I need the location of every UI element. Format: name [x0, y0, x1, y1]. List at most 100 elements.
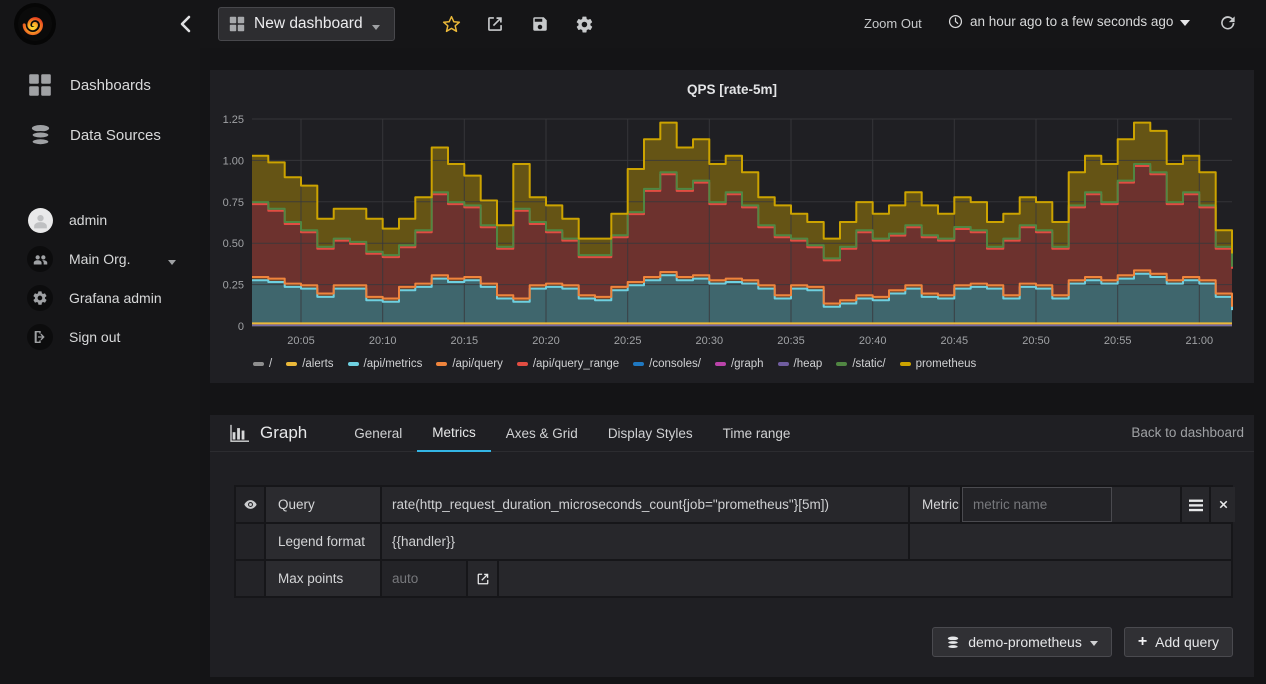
legend-swatch	[778, 362, 789, 367]
gear-icon	[27, 285, 53, 311]
apps-grid-icon	[229, 16, 245, 32]
sidebar: Dashboards Data Sources admin Main Org. …	[0, 48, 200, 684]
sign-out-icon	[27, 324, 53, 350]
editor-tabs: General Metrics Axes & Grid Display Styl…	[339, 415, 805, 452]
max-points-link-button[interactable]	[468, 561, 499, 596]
sidebar-item-main-org[interactable]: Main Org.	[0, 239, 200, 279]
legend-swatch	[633, 362, 644, 367]
legend-item[interactable]: /alerts	[286, 358, 333, 370]
back-to-dashboard-link[interactable]: Back to dashboard	[1131, 425, 1244, 440]
collapse-sidebar-chevron-icon[interactable]	[174, 11, 198, 37]
max-points-row: Max points	[236, 561, 1231, 598]
save-dashboard-button[interactable]	[529, 13, 551, 35]
tab-metrics[interactable]: Metrics	[417, 415, 491, 452]
panel-editor: Graph General Metrics Axes & Grid Displa…	[210, 415, 1254, 677]
editor-title-label: Graph	[260, 423, 307, 443]
legend-swatch	[286, 362, 297, 367]
metric-label: Metric	[910, 487, 962, 522]
legend-item[interactable]: /	[253, 358, 272, 370]
tab-display-styles[interactable]: Display Styles	[593, 415, 708, 452]
time-range-label: an hour ago to a few seconds ago	[970, 14, 1173, 29]
refresh-button[interactable]	[1218, 13, 1240, 35]
legend-format-row: Legend format	[236, 524, 1231, 561]
svg-text:20:50: 20:50	[1022, 335, 1050, 347]
chevron-down-icon	[168, 260, 176, 265]
query-label: Query	[266, 487, 382, 522]
metric-input-cell	[962, 487, 1112, 522]
svg-text:1.25: 1.25	[223, 114, 244, 126]
refresh-icon	[1218, 13, 1238, 33]
legend-item[interactable]: /graph	[715, 358, 764, 370]
user-avatar	[27, 207, 53, 233]
max-points-row-spacer	[499, 561, 1231, 596]
sidebar-item-admin[interactable]: admin	[0, 200, 200, 240]
zoom-out-button[interactable]: Zoom Out	[864, 16, 922, 31]
legend-series-name: /api/query	[452, 358, 503, 370]
dashboard-settings-button[interactable]	[573, 13, 595, 35]
add-query-button[interactable]: + Add query	[1124, 627, 1233, 657]
eye-icon	[243, 497, 258, 512]
sidebar-item-grafana-admin[interactable]: Grafana admin	[0, 278, 200, 318]
legend-series-name: /api/query_range	[533, 358, 619, 370]
legend-item[interactable]: /heap	[778, 358, 823, 370]
svg-text:20:05: 20:05	[287, 335, 315, 347]
query-editor-table: Query Metric Legend format	[234, 485, 1233, 598]
legend-swatch	[348, 362, 359, 367]
chevron-down-icon	[1090, 641, 1098, 646]
legend-swatch	[517, 362, 528, 367]
grafana-logo-icon[interactable]	[14, 3, 56, 45]
panel-title[interactable]: QPS [rate-5m]	[210, 82, 1254, 97]
metric-name-input[interactable]	[963, 488, 1111, 521]
svg-text:0: 0	[238, 321, 244, 333]
bar-chart-icon	[230, 424, 250, 442]
datasource-selector-button[interactable]: demo-prometheus	[932, 627, 1112, 657]
legend-format-input[interactable]	[382, 524, 908, 559]
max-points-input[interactable]	[382, 561, 466, 596]
legend-item[interactable]: /consoles/	[633, 358, 701, 370]
top-navbar: New dashboard Zoom Out an hour ago to a …	[0, 0, 1266, 48]
star-dashboard-button[interactable]	[440, 13, 462, 35]
query-input[interactable]	[382, 487, 908, 522]
query-menu-button[interactable]	[1182, 487, 1211, 522]
legend-series-name: /consoles/	[649, 358, 701, 370]
time-range-picker[interactable]: an hour ago to a few seconds ago	[948, 14, 1190, 29]
legend-item[interactable]: /static/	[836, 358, 885, 370]
toggle-query-visibility-button[interactable]	[236, 487, 266, 522]
users-group-icon	[27, 246, 53, 272]
dashboard-picker-button[interactable]: New dashboard	[218, 7, 395, 41]
sidebar-item-dashboards[interactable]: Dashboards	[0, 65, 200, 105]
legend-item[interactable]: prometheus	[900, 358, 977, 370]
graph-legend: / /alerts/api/metrics/api/query/api/query…	[253, 358, 976, 370]
legend-format-input-cell	[382, 524, 910, 559]
floppy-save-icon	[531, 15, 549, 33]
legend-item[interactable]: /api/metrics	[348, 358, 423, 370]
max-points-input-cell	[382, 561, 468, 596]
legend-item[interactable]: /api/query	[436, 358, 503, 370]
tab-time-range[interactable]: Time range	[708, 415, 806, 452]
qps-graph[interactable]: 00.250.500.751.001.2520:0520:1020:1520:2…	[210, 106, 1254, 354]
legend-swatch	[715, 362, 726, 367]
sidebar-item-label: Main Org.	[69, 251, 130, 267]
chevron-down-icon	[372, 25, 380, 30]
svg-text:1.00: 1.00	[223, 155, 244, 167]
tab-general[interactable]: General	[339, 415, 417, 452]
chevron-down-icon	[1180, 20, 1190, 26]
svg-text:20:15: 20:15	[451, 335, 479, 347]
row-spacer-cell	[236, 561, 266, 596]
legend-series-name: prometheus	[916, 358, 977, 370]
share-dashboard-button[interactable]	[484, 13, 506, 35]
legend-format-label: Legend format	[266, 524, 382, 559]
svg-text:0.25: 0.25	[223, 280, 244, 292]
legend-item[interactable]: /api/query_range	[517, 358, 619, 370]
svg-text:0.75: 0.75	[223, 197, 244, 209]
svg-text:20:45: 20:45	[941, 335, 969, 347]
tab-axes-grid[interactable]: Axes & Grid	[491, 415, 593, 452]
sidebar-item-label: Dashboards	[70, 77, 151, 94]
remove-query-button[interactable]	[1211, 487, 1235, 522]
query-row-spacer	[1112, 487, 1182, 522]
sidebar-item-label: Grafana admin	[69, 290, 162, 306]
database-cylinder-icon	[27, 122, 53, 148]
sidebar-item-sign-out[interactable]: Sign out	[0, 317, 200, 357]
legend-series-name: /static/	[852, 358, 885, 370]
sidebar-item-data-sources[interactable]: Data Sources	[0, 115, 200, 155]
